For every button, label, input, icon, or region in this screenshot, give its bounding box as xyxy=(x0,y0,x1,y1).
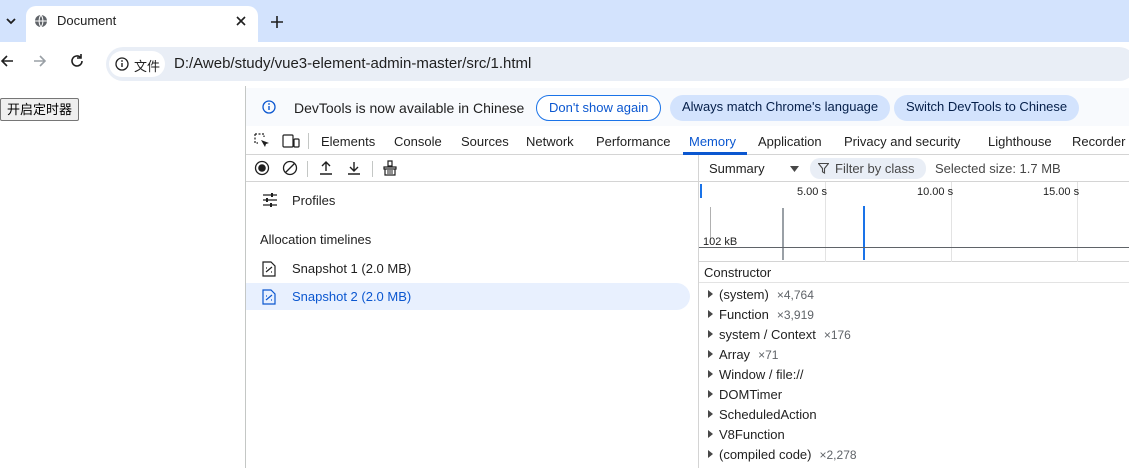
constructor-row[interactable]: Array ×71 xyxy=(708,347,778,367)
expand-triangle-icon[interactable] xyxy=(708,330,713,338)
always-match-language-button[interactable]: Always match Chrome's language xyxy=(670,95,891,121)
tab-performance[interactable]: Performance xyxy=(596,134,670,149)
globe-icon xyxy=(34,14,48,28)
memory-toolbar xyxy=(246,155,699,182)
expand-triangle-icon[interactable] xyxy=(708,410,713,418)
snapshot-file-icon xyxy=(262,289,276,305)
constructor-count: ×3,919 xyxy=(776,308,814,322)
timeline-baseline xyxy=(699,247,1129,248)
url-text[interactable]: D:/Aweb/study/vue3-element-admin-master/… xyxy=(174,55,531,72)
constructor-row[interactable]: Function ×3,919 xyxy=(708,307,814,327)
snapshot-label: Snapshot 2 (2.0 MB) xyxy=(292,289,412,304)
constructor-count: ×176 xyxy=(823,328,851,342)
tab-search-chevron-icon[interactable] xyxy=(0,10,22,32)
expand-triangle-icon[interactable] xyxy=(708,350,713,358)
constructor-header-label: Constructor xyxy=(704,265,772,280)
toolbar-divider xyxy=(372,161,373,177)
timeline-tick-label: 10.00 s xyxy=(917,186,954,198)
snapshot-file-icon xyxy=(262,261,276,277)
expand-triangle-icon[interactable] xyxy=(708,370,713,378)
tab-title: Document xyxy=(57,13,117,28)
dont-show-again-button[interactable]: Don't show again xyxy=(536,95,662,121)
allocation-bar xyxy=(782,208,784,260)
info-icon xyxy=(115,57,129,71)
upload-icon[interactable] xyxy=(318,160,336,178)
garbage-collect-icon[interactable] xyxy=(382,160,400,178)
constructor-row[interactable]: DOMTimer xyxy=(708,387,790,407)
tab-recorder[interactable]: Recorder xyxy=(1072,134,1125,149)
constructor-name: DOMTimer xyxy=(719,387,783,402)
inspect-element-icon[interactable] xyxy=(254,133,270,149)
profiles-sliders-icon xyxy=(262,192,278,208)
reload-icon[interactable] xyxy=(70,54,84,68)
constructor-row[interactable]: (system) ×4,764 xyxy=(708,287,814,307)
constructor-name: Window / file:// xyxy=(719,367,804,382)
expand-triangle-icon[interactable] xyxy=(708,290,713,298)
section-title: Allocation timelines xyxy=(260,232,372,247)
tab-sources[interactable]: Sources xyxy=(461,134,509,149)
new-tab-icon[interactable] xyxy=(266,11,288,33)
constructor-row[interactable]: (compiled code) ×2,278 xyxy=(708,447,857,467)
timeline-tick-label: 15.00 s xyxy=(1043,186,1080,198)
constructor-row[interactable]: Window / file:// xyxy=(708,367,812,387)
constructor-count: ×71 xyxy=(758,348,779,362)
toolbar-divider xyxy=(308,133,309,149)
dropdown-caret-icon[interactable] xyxy=(790,166,799,172)
expand-triangle-icon[interactable] xyxy=(708,390,713,398)
back-arrow-icon[interactable] xyxy=(0,54,14,68)
profiles-label[interactable]: Profiles xyxy=(292,193,335,208)
infobar-message: DevTools is now available in Chinese xyxy=(294,100,525,116)
record-icon[interactable] xyxy=(254,160,272,178)
constructor-row[interactable]: V8Function xyxy=(708,427,793,447)
view-select[interactable]: Summary xyxy=(709,161,765,176)
filter-placeholder: Filter by class xyxy=(835,161,915,176)
expand-triangle-icon[interactable] xyxy=(708,310,713,318)
constructor-count: ×4,764 xyxy=(776,288,814,302)
timeline-tick-label: 5.00 s xyxy=(797,186,827,198)
allocation-bar-live xyxy=(863,206,865,260)
constructor-row[interactable]: system / Context ×176 xyxy=(708,327,851,347)
timeline-size-label: 102 kB xyxy=(703,236,738,248)
snapshot-label: Snapshot 1 (2.0 MB) xyxy=(292,261,412,276)
filter-funnel-icon xyxy=(818,163,829,174)
constructor-name: Function xyxy=(719,307,769,322)
constructor-name: (compiled code) xyxy=(719,447,812,462)
download-icon[interactable] xyxy=(346,160,364,178)
close-tab-icon[interactable] xyxy=(232,12,250,30)
tab-network[interactable]: Network xyxy=(526,134,574,149)
constructor-name: ScheduledAction xyxy=(719,407,817,422)
constructor-name: Array xyxy=(719,347,751,362)
tab-console[interactable]: Console xyxy=(394,134,442,149)
forward-arrow-icon[interactable] xyxy=(33,54,47,68)
tab-application[interactable]: Application xyxy=(758,134,822,149)
toolbar-divider xyxy=(307,161,308,177)
constructor-name: system / Context xyxy=(719,327,816,342)
expand-triangle-icon[interactable] xyxy=(708,450,713,458)
start-timer-button[interactable]: 开启定时器 xyxy=(0,98,80,121)
switch-devtools-language-button[interactable]: Switch DevTools to Chinese xyxy=(894,95,1080,121)
constructor-count: ×2,278 xyxy=(819,448,857,462)
tab-lighthouse[interactable]: Lighthouse xyxy=(988,134,1052,149)
clear-icon[interactable] xyxy=(282,160,300,178)
constructor-name: V8Function xyxy=(719,427,785,442)
site-info-label: 文件 xyxy=(134,59,161,74)
tab-privacy-security[interactable]: Privacy and security xyxy=(844,134,960,149)
timeline-range-handle[interactable] xyxy=(700,184,702,198)
info-icon xyxy=(262,100,276,114)
tab-memory[interactable]: Memory xyxy=(689,134,736,149)
expand-triangle-icon[interactable] xyxy=(708,430,713,438)
tab-elements[interactable]: Elements xyxy=(321,134,375,149)
selected-size: Selected size: 1.7 MB xyxy=(935,161,1061,176)
constructor-name: (system) xyxy=(719,287,769,302)
device-toolbar-icon[interactable] xyxy=(282,133,300,149)
constructor-row[interactable]: ScheduledAction xyxy=(708,407,825,427)
